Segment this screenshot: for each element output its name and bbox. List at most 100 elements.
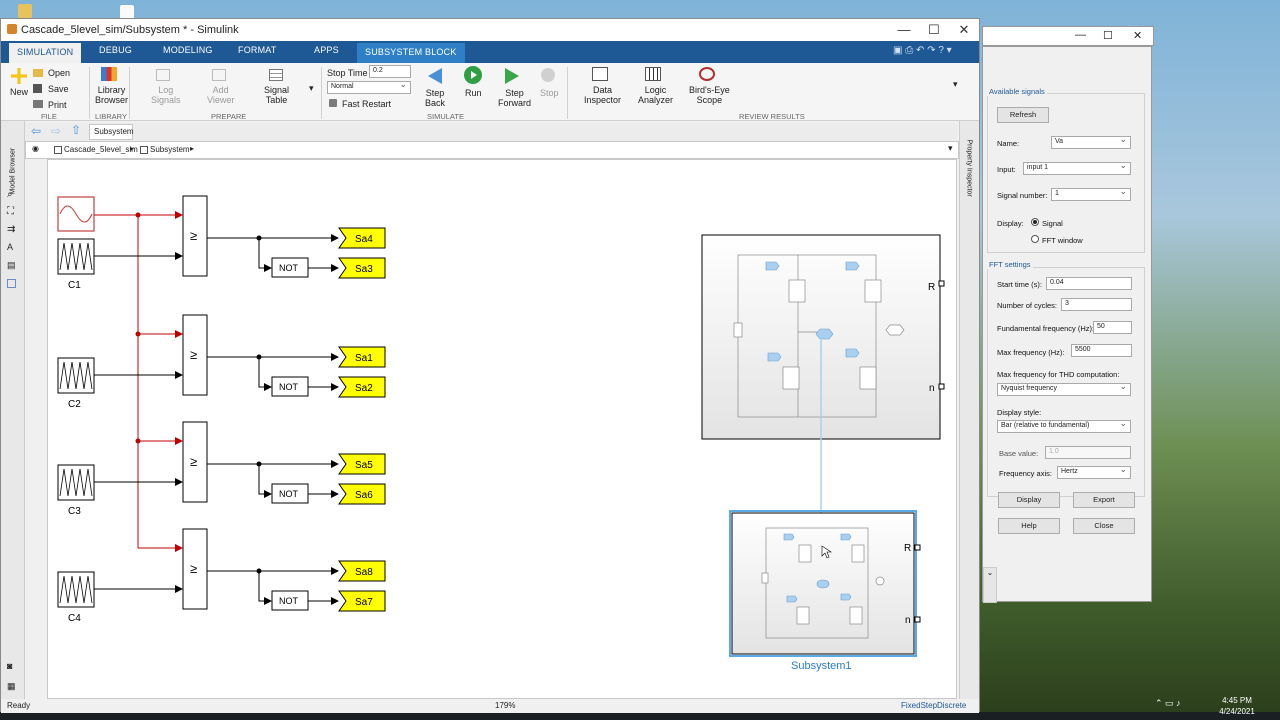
tab-apps[interactable]: APPS xyxy=(314,45,339,55)
data-inspector-button[interactable]: Data Inspector xyxy=(584,85,621,105)
status-ready: Ready xyxy=(7,701,31,710)
carrier-block-c4[interactable] xyxy=(57,571,95,608)
signal-number-select[interactable]: 1 xyxy=(1051,186,1131,201)
prepare-expand-icon[interactable]: ▾ xyxy=(309,83,314,94)
display-fft-radio[interactable] xyxy=(1031,235,1039,243)
max-freq-input[interactable]: 5500 xyxy=(1071,344,1132,357)
close-icon[interactable]: ✕ xyxy=(949,19,979,41)
display-button[interactable]: Display xyxy=(998,492,1060,508)
print-button[interactable]: Print xyxy=(48,100,67,110)
display-style-select[interactable]: Bar (relative to fundamental) xyxy=(997,418,1131,433)
desktop-file-icon[interactable] xyxy=(120,5,134,19)
model-canvas[interactable]: C1 C2 C3 C4 ≥ ≥ ≥ ≥ NOT Sa4 Sa3 NOT Sa1 … xyxy=(47,159,957,699)
zoom-icon[interactable]: ⌕ xyxy=(7,189,13,200)
fund-freq-input[interactable]: 50 xyxy=(1093,321,1132,334)
logic-analyzer-button[interactable]: Logic Analyzer xyxy=(638,85,673,105)
up-arrow-icon[interactable]: ⇧ xyxy=(71,123,81,137)
input-select[interactable]: input 1 xyxy=(1023,160,1131,175)
refresh-button[interactable]: Refresh xyxy=(997,107,1049,123)
signal-table-button[interactable]: Signal Table xyxy=(264,85,289,105)
breadcrumb-tab[interactable]: Subsystem xyxy=(89,124,134,140)
new-button[interactable]: New xyxy=(10,87,28,97)
subsystem1-block[interactable] xyxy=(729,510,921,657)
scrollbar[interactable]: ⌄ xyxy=(983,567,997,603)
hide-explorer-icon[interactable]: ◉ xyxy=(32,144,39,153)
step-back-button[interactable]: Step Back xyxy=(425,88,445,108)
status-solver[interactable]: FixedStepDiscrete xyxy=(901,701,966,710)
camera-icon[interactable]: ◙ xyxy=(7,661,12,671)
thd-select[interactable]: Nyquist frequency xyxy=(997,381,1131,396)
subsystem1-label: Subsystem1 xyxy=(791,660,852,672)
area-icon[interactable] xyxy=(7,279,16,288)
save-button[interactable]: Save xyxy=(48,84,69,94)
sine-wave-block[interactable] xyxy=(57,196,95,232)
step-forward-icon[interactable] xyxy=(505,68,519,84)
chevron-down-icon[interactable]: ▾ xyxy=(948,143,953,154)
new-icon[interactable] xyxy=(11,68,27,84)
stop-button: Stop xyxy=(540,88,559,98)
carrier-block-c3[interactable] xyxy=(57,464,95,501)
export-button[interactable]: Export xyxy=(1073,492,1135,508)
stop-icon xyxy=(541,68,555,82)
block-diagram: C1 C2 C3 C4 ≥ ≥ ≥ ≥ NOT Sa4 Sa3 NOT Sa1 … xyxy=(57,195,945,672)
tab-debug[interactable]: DEBUG xyxy=(99,45,132,55)
quick-access-toolbar: ▣ ⎙ ↶ ↷ ? ▾ xyxy=(893,45,952,56)
close-icon[interactable]: ✕ xyxy=(1133,29,1142,42)
desktop-folder-icon[interactable] xyxy=(18,4,32,18)
tray-clock[interactable]: 4:45 PM 4/24/2021 xyxy=(1196,694,1278,720)
stop-time-input[interactable]: 0.2 xyxy=(369,65,411,78)
birds-eye-scope-button[interactable]: Bird's-Eye Scope xyxy=(689,85,730,105)
start-time-input[interactable]: 0.04 xyxy=(1046,277,1132,290)
subsystem-block[interactable] xyxy=(701,234,945,440)
table-icon[interactable]: ▦ xyxy=(7,681,16,692)
image-icon[interactable]: ▤ xyxy=(7,260,16,271)
add-viewer-icon xyxy=(212,69,226,81)
frequency-axis-select[interactable]: Hertz xyxy=(1057,464,1131,479)
signal-table-line1: Signal xyxy=(264,85,290,95)
display-signal-radio[interactable] xyxy=(1031,218,1039,226)
run-button[interactable]: Run xyxy=(465,88,482,98)
tab-format[interactable]: FORMAT xyxy=(238,45,277,55)
step-forward-line1: Step xyxy=(505,88,524,98)
not-label-3: NOT xyxy=(279,489,299,499)
logic-analyzer-icon[interactable] xyxy=(645,67,661,81)
fit-to-view-icon[interactable]: ⛶ xyxy=(7,206,14,217)
help-button[interactable]: Help xyxy=(998,518,1060,534)
breadcrumb-subsystem[interactable]: Subsystem xyxy=(150,145,190,154)
section-simulate: SIMULATE xyxy=(427,112,464,121)
fast-restart-button[interactable]: Fast Restart xyxy=(342,99,391,109)
print-icon xyxy=(33,100,43,108)
ribbon-expand-icon[interactable]: ▾ xyxy=(953,79,958,90)
cycles-input[interactable]: 3 xyxy=(1061,298,1132,311)
name-select[interactable]: Va xyxy=(1051,134,1131,149)
minimize-icon[interactable]: — xyxy=(1075,29,1086,41)
forward-arrow-icon[interactable]: ⇨ xyxy=(51,124,61,138)
breadcrumb-root[interactable]: Cascade_5level_sim xyxy=(64,145,138,154)
step-forward-button[interactable]: Step Forward xyxy=(498,88,531,108)
annotation-icon[interactable]: A xyxy=(7,242,13,252)
tab-modeling[interactable]: MODELING xyxy=(163,45,213,55)
tab-subsystem-block[interactable]: SUBSYSTEM BLOCK xyxy=(357,43,465,63)
model-browser-tab[interactable]: Model Browser xyxy=(10,135,17,195)
library-browser-button[interactable]: Library Browser xyxy=(95,85,128,105)
back-arrow-icon[interactable]: ⇦ xyxy=(31,124,41,138)
birds-eye-scope-icon[interactable] xyxy=(699,67,715,81)
arrow-icon[interactable]: ⇉ xyxy=(7,224,15,235)
data-inspector-icon[interactable] xyxy=(592,67,608,81)
maximize-icon[interactable]: ☐ xyxy=(919,19,949,41)
tab-simulation[interactable]: SIMULATION xyxy=(9,43,82,63)
save-icon xyxy=(33,84,42,93)
carrier-block-c2[interactable] xyxy=(57,357,95,394)
signal-table-icon[interactable] xyxy=(269,69,283,81)
open-button[interactable]: Open xyxy=(48,68,70,78)
chevron-right-icon: ▸ xyxy=(130,144,135,153)
maximize-icon[interactable]: ☐ xyxy=(1103,29,1113,42)
simulation-mode-select[interactable]: Normal xyxy=(327,79,411,94)
window-title: Cascade_5level_sim/Subsystem * - Simulin… xyxy=(21,24,239,36)
library-browser-icon[interactable] xyxy=(101,67,117,81)
step-back-icon[interactable] xyxy=(428,68,442,84)
carrier-block-c1[interactable] xyxy=(57,238,95,275)
minimize-icon[interactable]: — xyxy=(889,19,919,41)
property-inspector-tab[interactable]: Property Inspector xyxy=(966,140,973,210)
close-button[interactable]: Close xyxy=(1073,518,1135,534)
